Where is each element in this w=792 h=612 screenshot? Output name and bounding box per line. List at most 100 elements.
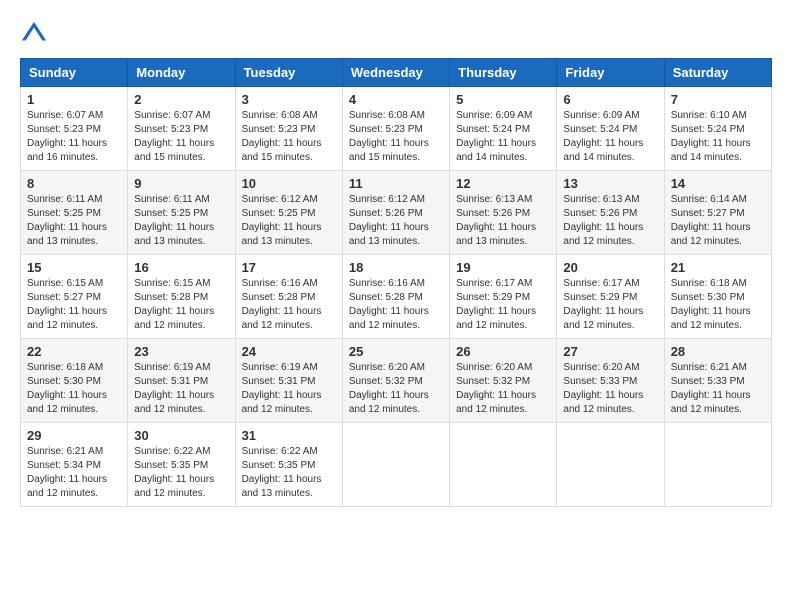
- day-number: 24: [242, 344, 336, 359]
- calendar-cell: 24 Sunrise: 6:19 AMSunset: 5:31 PMDaylig…: [235, 339, 342, 423]
- logo-icon: [20, 20, 48, 48]
- day-info: Sunrise: 6:15 AMSunset: 5:27 PMDaylight:…: [27, 277, 121, 333]
- day-info: Sunrise: 6:11 AMSunset: 5:25 PMDaylight:…: [134, 193, 228, 249]
- day-info: Sunrise: 6:20 AMSunset: 5:32 PMDaylight:…: [349, 361, 443, 417]
- calendar-cell: 28 Sunrise: 6:21 AMSunset: 5:33 PMDaylig…: [664, 339, 771, 423]
- calendar-cell: [342, 423, 449, 507]
- calendar-cell: 18 Sunrise: 6:16 AMSunset: 5:28 PMDaylig…: [342, 255, 449, 339]
- day-number: 17: [242, 260, 336, 275]
- page-header: [20, 20, 772, 48]
- calendar-cell: 1 Sunrise: 6:07 AMSunset: 5:23 PMDayligh…: [21, 87, 128, 171]
- day-number: 20: [563, 260, 657, 275]
- calendar-cell: 7 Sunrise: 6:10 AMSunset: 5:24 PMDayligh…: [664, 87, 771, 171]
- day-info: Sunrise: 6:22 AMSunset: 5:35 PMDaylight:…: [242, 445, 336, 501]
- calendar-cell: 16 Sunrise: 6:15 AMSunset: 5:28 PMDaylig…: [128, 255, 235, 339]
- calendar-cell: 19 Sunrise: 6:17 AMSunset: 5:29 PMDaylig…: [450, 255, 557, 339]
- calendar-cell: 15 Sunrise: 6:15 AMSunset: 5:27 PMDaylig…: [21, 255, 128, 339]
- day-number: 4: [349, 92, 443, 107]
- day-info: Sunrise: 6:21 AMSunset: 5:34 PMDaylight:…: [27, 445, 121, 501]
- day-number: 28: [671, 344, 765, 359]
- day-info: Sunrise: 6:15 AMSunset: 5:28 PMDaylight:…: [134, 277, 228, 333]
- calendar-week-1: 1 Sunrise: 6:07 AMSunset: 5:23 PMDayligh…: [21, 87, 772, 171]
- day-header-wednesday: Wednesday: [342, 59, 449, 87]
- day-number: 10: [242, 176, 336, 191]
- calendar-cell: 8 Sunrise: 6:11 AMSunset: 5:25 PMDayligh…: [21, 171, 128, 255]
- calendar-cell: 13 Sunrise: 6:13 AMSunset: 5:26 PMDaylig…: [557, 171, 664, 255]
- day-info: Sunrise: 6:10 AMSunset: 5:24 PMDaylight:…: [671, 109, 765, 165]
- day-number: 2: [134, 92, 228, 107]
- day-info: Sunrise: 6:19 AMSunset: 5:31 PMDaylight:…: [242, 361, 336, 417]
- calendar-week-3: 15 Sunrise: 6:15 AMSunset: 5:27 PMDaylig…: [21, 255, 772, 339]
- calendar-cell: 29 Sunrise: 6:21 AMSunset: 5:34 PMDaylig…: [21, 423, 128, 507]
- day-info: Sunrise: 6:18 AMSunset: 5:30 PMDaylight:…: [671, 277, 765, 333]
- day-number: 19: [456, 260, 550, 275]
- calendar-cell: 12 Sunrise: 6:13 AMSunset: 5:26 PMDaylig…: [450, 171, 557, 255]
- calendar-cell: 17 Sunrise: 6:16 AMSunset: 5:28 PMDaylig…: [235, 255, 342, 339]
- day-number: 21: [671, 260, 765, 275]
- calendar-week-2: 8 Sunrise: 6:11 AMSunset: 5:25 PMDayligh…: [21, 171, 772, 255]
- calendar-cell: 3 Sunrise: 6:08 AMSunset: 5:23 PMDayligh…: [235, 87, 342, 171]
- day-info: Sunrise: 6:19 AMSunset: 5:31 PMDaylight:…: [134, 361, 228, 417]
- calendar-cell: 4 Sunrise: 6:08 AMSunset: 5:23 PMDayligh…: [342, 87, 449, 171]
- day-info: Sunrise: 6:16 AMSunset: 5:28 PMDaylight:…: [349, 277, 443, 333]
- day-number: 12: [456, 176, 550, 191]
- calendar-cell: [450, 423, 557, 507]
- calendar-cell: 2 Sunrise: 6:07 AMSunset: 5:23 PMDayligh…: [128, 87, 235, 171]
- day-number: 29: [27, 428, 121, 443]
- day-header-saturday: Saturday: [664, 59, 771, 87]
- day-info: Sunrise: 6:20 AMSunset: 5:33 PMDaylight:…: [563, 361, 657, 417]
- day-number: 16: [134, 260, 228, 275]
- calendar-cell: [664, 423, 771, 507]
- day-number: 31: [242, 428, 336, 443]
- day-info: Sunrise: 6:09 AMSunset: 5:24 PMDaylight:…: [456, 109, 550, 165]
- day-info: Sunrise: 6:11 AMSunset: 5:25 PMDaylight:…: [27, 193, 121, 249]
- calendar-cell: 6 Sunrise: 6:09 AMSunset: 5:24 PMDayligh…: [557, 87, 664, 171]
- day-number: 14: [671, 176, 765, 191]
- calendar-cell: [557, 423, 664, 507]
- day-number: 27: [563, 344, 657, 359]
- day-number: 5: [456, 92, 550, 107]
- day-info: Sunrise: 6:07 AMSunset: 5:23 PMDaylight:…: [27, 109, 121, 165]
- day-header-tuesday: Tuesday: [235, 59, 342, 87]
- day-header-monday: Monday: [128, 59, 235, 87]
- day-info: Sunrise: 6:08 AMSunset: 5:23 PMDaylight:…: [242, 109, 336, 165]
- day-number: 9: [134, 176, 228, 191]
- day-info: Sunrise: 6:20 AMSunset: 5:32 PMDaylight:…: [456, 361, 550, 417]
- day-number: 6: [563, 92, 657, 107]
- day-number: 8: [27, 176, 121, 191]
- day-info: Sunrise: 6:16 AMSunset: 5:28 PMDaylight:…: [242, 277, 336, 333]
- day-info: Sunrise: 6:13 AMSunset: 5:26 PMDaylight:…: [563, 193, 657, 249]
- calendar-cell: 27 Sunrise: 6:20 AMSunset: 5:33 PMDaylig…: [557, 339, 664, 423]
- calendar-cell: 26 Sunrise: 6:20 AMSunset: 5:32 PMDaylig…: [450, 339, 557, 423]
- day-number: 23: [134, 344, 228, 359]
- day-number: 1: [27, 92, 121, 107]
- calendar-week-5: 29 Sunrise: 6:21 AMSunset: 5:34 PMDaylig…: [21, 423, 772, 507]
- day-number: 3: [242, 92, 336, 107]
- day-info: Sunrise: 6:07 AMSunset: 5:23 PMDaylight:…: [134, 109, 228, 165]
- calendar-cell: 9 Sunrise: 6:11 AMSunset: 5:25 PMDayligh…: [128, 171, 235, 255]
- calendar-cell: 31 Sunrise: 6:22 AMSunset: 5:35 PMDaylig…: [235, 423, 342, 507]
- day-number: 25: [349, 344, 443, 359]
- calendar-table: SundayMondayTuesdayWednesdayThursdayFrid…: [20, 58, 772, 507]
- day-number: 15: [27, 260, 121, 275]
- day-header-friday: Friday: [557, 59, 664, 87]
- day-number: 11: [349, 176, 443, 191]
- day-number: 18: [349, 260, 443, 275]
- day-header-thursday: Thursday: [450, 59, 557, 87]
- day-header-sunday: Sunday: [21, 59, 128, 87]
- day-number: 26: [456, 344, 550, 359]
- day-number: 30: [134, 428, 228, 443]
- calendar-week-4: 22 Sunrise: 6:18 AMSunset: 5:30 PMDaylig…: [21, 339, 772, 423]
- day-info: Sunrise: 6:17 AMSunset: 5:29 PMDaylight:…: [563, 277, 657, 333]
- day-number: 22: [27, 344, 121, 359]
- day-info: Sunrise: 6:21 AMSunset: 5:33 PMDaylight:…: [671, 361, 765, 417]
- calendar-header-row: SundayMondayTuesdayWednesdayThursdayFrid…: [21, 59, 772, 87]
- day-number: 13: [563, 176, 657, 191]
- day-info: Sunrise: 6:18 AMSunset: 5:30 PMDaylight:…: [27, 361, 121, 417]
- day-info: Sunrise: 6:09 AMSunset: 5:24 PMDaylight:…: [563, 109, 657, 165]
- day-info: Sunrise: 6:12 AMSunset: 5:25 PMDaylight:…: [242, 193, 336, 249]
- calendar-cell: 11 Sunrise: 6:12 AMSunset: 5:26 PMDaylig…: [342, 171, 449, 255]
- day-info: Sunrise: 6:14 AMSunset: 5:27 PMDaylight:…: [671, 193, 765, 249]
- day-number: 7: [671, 92, 765, 107]
- day-info: Sunrise: 6:08 AMSunset: 5:23 PMDaylight:…: [349, 109, 443, 165]
